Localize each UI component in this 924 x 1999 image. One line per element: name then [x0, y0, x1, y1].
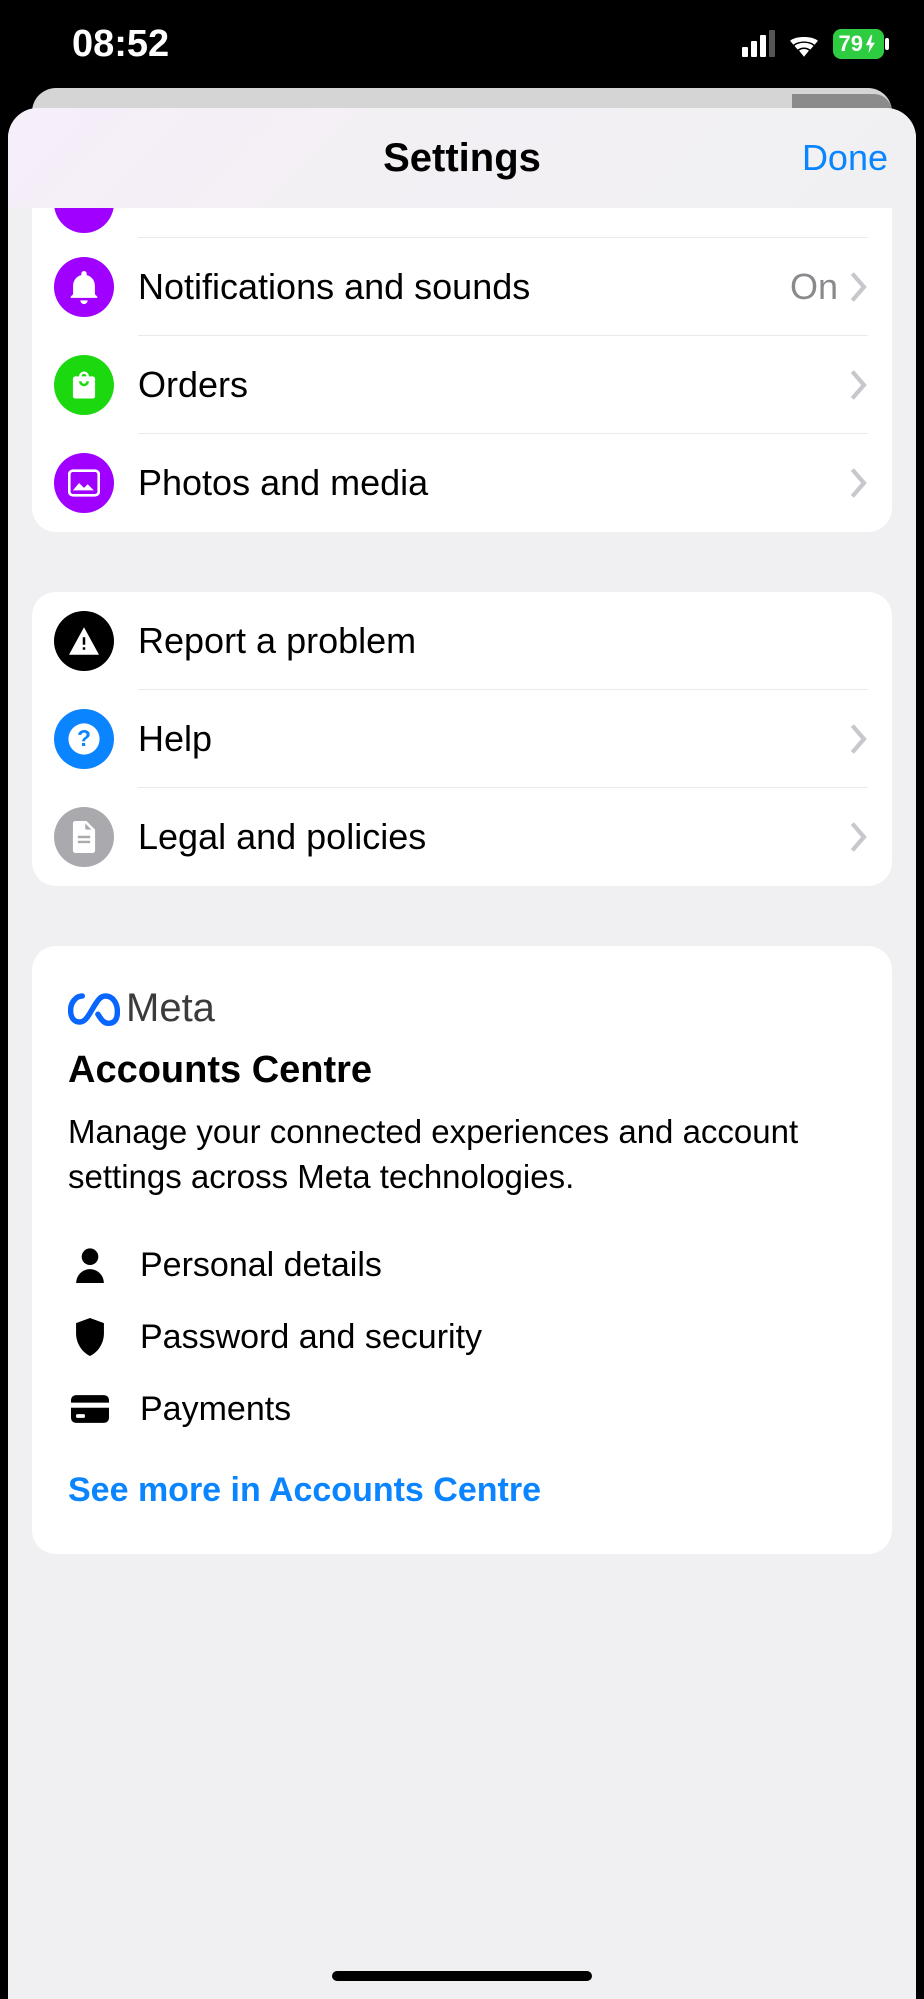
row-label: Orders	[138, 364, 850, 406]
settings-sheet: Settings Done Notifications and sounds O…	[8, 108, 916, 1999]
chevron-right-icon	[850, 468, 868, 498]
cellular-signal-icon	[742, 31, 775, 57]
chevron-right-icon	[850, 724, 868, 754]
row-label: Photos and media	[138, 462, 850, 504]
done-button[interactable]: Done	[802, 137, 888, 179]
credit-card-icon	[68, 1395, 112, 1423]
accounts-centre-title: Accounts Centre	[68, 1049, 856, 1092]
battery-indicator: 79	[833, 29, 884, 59]
svg-text:?: ?	[77, 725, 91, 751]
shield-icon	[68, 1318, 112, 1356]
ac-row-label: Payments	[140, 1390, 291, 1429]
settings-row-photos-media[interactable]: Photos and media	[32, 434, 892, 532]
accounts-centre-personal-details[interactable]: Personal details	[68, 1229, 856, 1301]
settings-row-legal-policies[interactable]: Legal and policies	[32, 788, 892, 886]
settings-row-partial[interactable]	[32, 208, 892, 238]
wifi-icon	[787, 31, 821, 57]
accounts-centre-payments[interactable]: Payments	[68, 1373, 856, 1445]
ac-row-label: Personal details	[140, 1246, 382, 1285]
settings-section-support: Report a problem ? Help	[32, 592, 892, 886]
settings-row-notifications[interactable]: Notifications and sounds On	[32, 238, 892, 336]
accounts-centre-description: Manage your connected experiences and ac…	[68, 1110, 856, 1199]
document-icon	[54, 807, 114, 867]
meta-logo: Meta	[68, 986, 856, 1031]
accounts-centre-card: Meta Accounts Centre Manage your connect…	[32, 946, 892, 1554]
status-bar: 08:52 79	[0, 0, 924, 88]
row-value: On	[790, 266, 838, 308]
chevron-right-icon	[850, 370, 868, 400]
warning-icon	[54, 611, 114, 671]
image-icon	[54, 453, 114, 513]
row-label: Report a problem	[138, 620, 868, 662]
status-icons: 79	[742, 29, 884, 59]
chevron-right-icon	[850, 822, 868, 852]
accounts-centre-see-more-link[interactable]: See more in Accounts Centre	[68, 1471, 856, 1510]
ac-row-label: Password and security	[140, 1318, 482, 1357]
meta-brand-text: Meta	[126, 986, 215, 1031]
settings-scroll-area[interactable]: Notifications and sounds On Orders	[8, 208, 916, 1999]
shopping-bag-icon	[54, 355, 114, 415]
bell-icon	[54, 257, 114, 317]
settings-section-preferences: Notifications and sounds On Orders	[32, 208, 892, 532]
chevron-right-icon	[850, 272, 868, 302]
sheet-header: Settings Done	[8, 108, 916, 208]
active-status-icon	[54, 208, 114, 233]
row-label: Legal and policies	[138, 816, 850, 858]
help-icon: ?	[54, 709, 114, 769]
row-label: Help	[138, 718, 850, 760]
person-icon	[68, 1247, 112, 1283]
status-time: 08:52	[72, 23, 169, 66]
accounts-centre-password-security[interactable]: Password and security	[68, 1301, 856, 1373]
settings-row-report-problem[interactable]: Report a problem	[32, 592, 892, 690]
page-title: Settings	[383, 136, 541, 181]
home-indicator[interactable]	[332, 1971, 592, 1981]
meta-infinity-icon	[68, 992, 120, 1026]
row-label: Notifications and sounds	[138, 266, 790, 308]
settings-row-orders[interactable]: Orders	[32, 336, 892, 434]
settings-row-help[interactable]: ? Help	[32, 690, 892, 788]
